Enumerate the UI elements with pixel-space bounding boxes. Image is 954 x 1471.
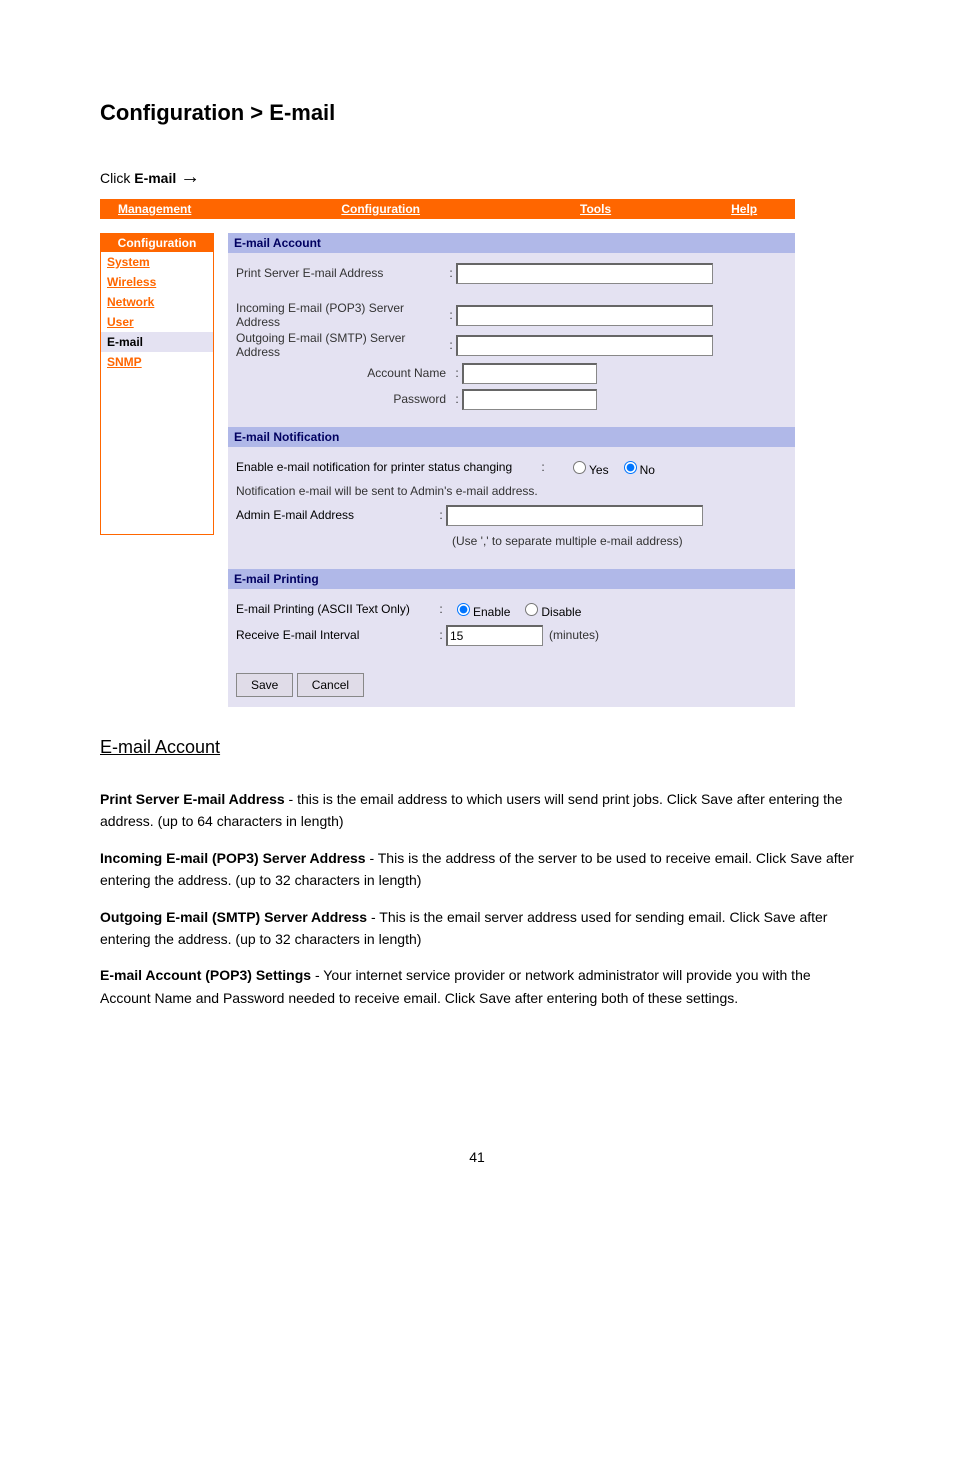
doc-subsection-title: E-mail Account — [100, 737, 914, 758]
input-admin-email[interactable] — [446, 505, 703, 526]
section-printing-title: E-mail Printing — [228, 569, 795, 589]
label-receive-interval: Receive E-mail Interval — [236, 628, 436, 642]
input-account-name[interactable] — [462, 363, 597, 384]
radio-print-enable[interactable] — [457, 603, 470, 616]
colon: : — [446, 266, 456, 280]
page-number: 41 — [40, 1149, 914, 1165]
sidebar-title: Configuration — [101, 234, 213, 252]
sidebar-item-email[interactable]: E-mail — [101, 332, 213, 352]
colon: : — [452, 392, 462, 406]
colon: : — [446, 308, 456, 322]
radio-print-enable-label[interactable]: Enable — [452, 600, 510, 619]
label-admin-email: Admin E-mail Address — [236, 508, 436, 522]
input-password[interactable] — [462, 389, 597, 410]
colon: : — [452, 366, 462, 380]
radio-notify-yes-label[interactable]: Yes — [568, 458, 609, 477]
intro-click: Click — [100, 170, 130, 186]
radio-print-disable-label[interactable]: Disable — [520, 600, 581, 619]
config-screenshot: Management Configuration Tools Help Conf… — [100, 199, 795, 707]
arrow-icon: → — [180, 166, 200, 188]
label-outgoing-smtp: Outgoing E-mail (SMTP) Server Address — [236, 331, 446, 359]
colon: : — [446, 338, 456, 352]
radio-notify-yes[interactable] — [573, 461, 586, 474]
label-incoming-pop3: Incoming E-mail (POP3) Server Address — [236, 301, 446, 329]
sidebar-item-network[interactable]: Network — [101, 292, 213, 312]
label-email-printing: E-mail Printing (ASCII Text Only) — [236, 602, 436, 616]
nav-management[interactable]: Management — [108, 202, 201, 216]
section-notification-title: E-mail Notification — [228, 427, 795, 447]
input-print-server-email[interactable] — [456, 263, 713, 284]
sidebar-item-snmp[interactable]: SNMP — [101, 352, 213, 372]
nav-configuration[interactable]: Configuration — [331, 202, 430, 216]
interval-unit: (minutes) — [543, 628, 599, 642]
label-enable-notification: Enable e-mail notification for printer s… — [236, 460, 538, 474]
radio-print-disable[interactable] — [525, 603, 538, 616]
doc-body: Print Server E-mail Address - this is th… — [100, 788, 854, 1009]
content-panel: E-mail Account Print Server E-mail Addre… — [228, 233, 795, 707]
p1-bold: Print Server E-mail Address — [100, 791, 285, 807]
nav-help[interactable]: Help — [721, 202, 767, 216]
radio-notify-no-label[interactable]: No — [619, 458, 655, 477]
intro-bold: E-mail — [134, 170, 176, 186]
cancel-button[interactable]: Cancel — [297, 673, 364, 697]
colon: : — [538, 460, 548, 474]
sidebar: Configuration System Wireless Network Us… — [100, 233, 214, 535]
label-password: Password — [236, 392, 452, 406]
label-print-server-email: Print Server E-mail Address — [236, 266, 446, 280]
section-account-title: E-mail Account — [228, 233, 795, 253]
admin-email-hint: (Use ',' to separate multiple e-mail add… — [446, 534, 683, 548]
save-button[interactable]: Save — [236, 673, 293, 697]
colon: : — [436, 508, 446, 522]
page-heading: Configuration > E-mail — [100, 100, 914, 126]
sidebar-item-wireless[interactable]: Wireless — [101, 272, 213, 292]
p3-bold: Outgoing E-mail (SMTP) Server Address — [100, 909, 367, 925]
notification-note: Notification e-mail will be sent to Admi… — [236, 481, 787, 501]
radio-notify-no[interactable] — [624, 461, 637, 474]
input-receive-interval[interactable] — [446, 625, 543, 646]
p2-bold: Incoming E-mail (POP3) Server Address — [100, 850, 366, 866]
sidebar-item-user[interactable]: User — [101, 312, 213, 332]
p4-bold: E-mail Account (POP3) Settings — [100, 967, 311, 983]
label-account-name: Account Name — [236, 366, 452, 380]
input-outgoing-smtp[interactable] — [456, 335, 713, 356]
input-incoming-pop3[interactable] — [456, 305, 713, 326]
colon: : — [436, 602, 446, 616]
topnav: Management Configuration Tools Help — [100, 199, 795, 219]
sidebar-item-system[interactable]: System — [101, 252, 213, 272]
colon: : — [436, 628, 446, 642]
doc-intro: Click E-mail → — [100, 166, 914, 189]
nav-tools[interactable]: Tools — [570, 202, 621, 216]
